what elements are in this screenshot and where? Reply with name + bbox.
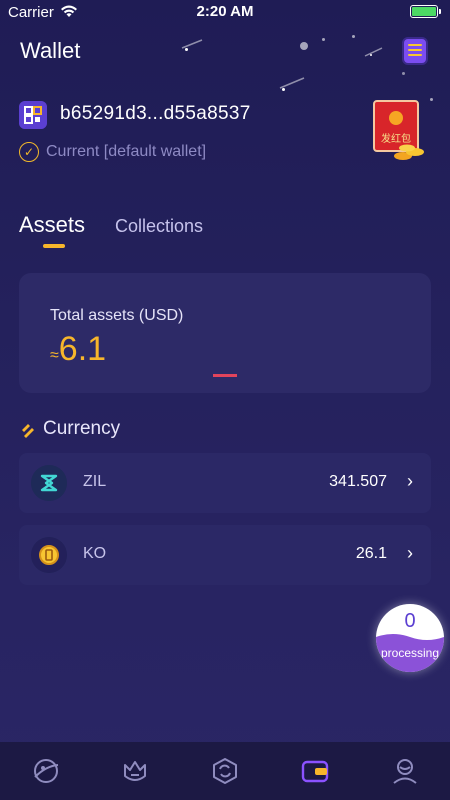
wallet-qr-icon[interactable] [19, 101, 47, 129]
explore-icon[interactable] [31, 756, 61, 786]
shooting-stars [181, 39, 383, 89]
chart-indicator [213, 374, 237, 377]
clock: 2:20 AM [196, 3, 254, 20]
page-title: Wallet [20, 38, 81, 63]
wallet-address[interactable]: b65291d3...d55a8537 [60, 103, 251, 125]
red-packet-seal-icon [389, 111, 403, 125]
processing-badge[interactable]: 0 processing [376, 604, 444, 672]
currency-amount: 341.507 [329, 473, 387, 490]
approx-symbol: ≈ [50, 347, 59, 364]
tab-collections[interactable]: Collections [115, 216, 203, 237]
currency-name: KO [83, 545, 107, 562]
battery-icon [410, 5, 441, 18]
profile-icon[interactable] [390, 756, 420, 786]
currency-section-title: Currency [43, 418, 121, 439]
total-assets-value: ≈6.1 [50, 330, 106, 369]
chevron-right-icon: › [407, 543, 413, 563]
check-icon: ✓ [19, 142, 39, 162]
currency-amount: 26.1 [355, 545, 387, 562]
tab-active-indicator [43, 244, 65, 248]
wallet-icon[interactable] [300, 756, 330, 786]
chevron-right-icon: › [407, 471, 413, 491]
ko-coin-icon [31, 537, 67, 573]
exchange-icon[interactable] [210, 756, 240, 786]
tab-assets[interactable]: Assets [19, 212, 85, 238]
total-assets-label: Total assets (USD) [50, 307, 184, 324]
status-bar: Carrier 2:20 AM [0, 0, 450, 24]
currency-name: ZIL [83, 473, 107, 490]
menu-button[interactable] [402, 37, 428, 65]
crown-icon[interactable] [120, 756, 150, 786]
bottom-nav [0, 742, 450, 800]
total-assets-amount: 6.1 [58, 330, 107, 368]
currency-row-zil[interactable]: ZIL 341.507 › [19, 453, 431, 513]
section-marker-icon [22, 424, 34, 438]
zil-icon [31, 465, 67, 501]
processing-label: processing [380, 646, 440, 660]
processing-count: 0 [404, 610, 416, 632]
currency-row-ko[interactable]: KO 26.1 › [19, 525, 431, 585]
gold-coins-icon [394, 144, 424, 160]
wallet-status: Current [default wallet] [46, 143, 207, 160]
